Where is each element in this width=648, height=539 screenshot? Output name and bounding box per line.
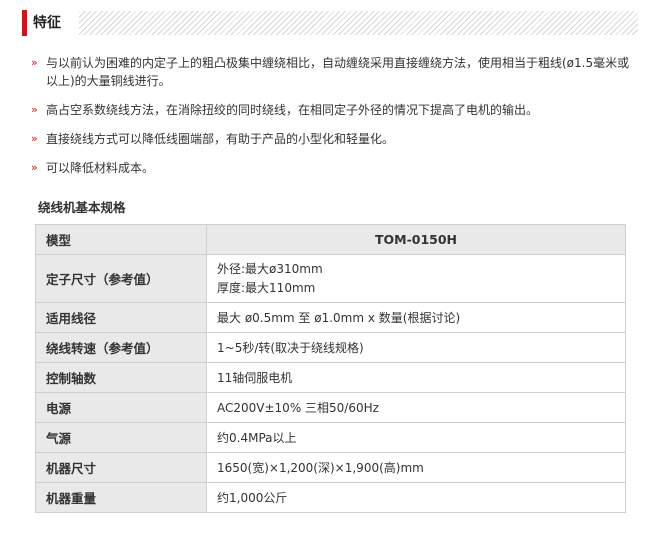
spec-value-line: 厚度:最大110mm <box>217 280 316 295</box>
spec-key-cell: 控制轴数 <box>35 362 207 393</box>
table-row: 适用线径 最大 ø0.5mm 至 ø1.0mm x 数量(根据讨论) <box>35 302 626 333</box>
table-row: 气源 约0.4MPa以上 <box>35 422 626 453</box>
feature-header: 特征 <box>22 10 638 36</box>
spec-key-cell: 机器重量 <box>35 482 207 513</box>
spec-key-cell: 绕线转速（参考值） <box>35 332 207 363</box>
spec-key-cell: 电源 <box>35 392 207 423</box>
spec-value-cell: 外径:最大ø310mm 厚度:最大110mm <box>206 254 626 303</box>
table-row: 机器重量 约1,000公斤 <box>35 482 626 513</box>
feature-list-item: » 高占空系数绕线方法，在消除扭绞的同时绕线，在相同定子外径的情况下提高了电机的… <box>30 101 630 119</box>
double-chevron-right-icon: » <box>31 132 38 145</box>
table-row: 机器尺寸 1650(宽)×1,200(深)×1,900(高)mm <box>35 452 626 483</box>
feature-text: 直接绕线方式可以降低线圈端部，有助于产品的小型化和轻量化。 <box>46 132 395 146</box>
spec-key-cell: 定子尺寸（参考值） <box>35 254 207 303</box>
spec-value-cell: AC200V±10% 三相50/60Hz <box>206 392 626 423</box>
feature-title: 特征 <box>33 15 61 31</box>
spec-value-cell: 约1,000公斤 <box>206 482 626 513</box>
feature-list: » 与以前认为困难的内定子上的粗凸极集中缠绕相比，自动缠绕采用直接缠绕方法，使用… <box>30 54 630 188</box>
spec-key-cell: 气源 <box>35 422 207 453</box>
spec-value-line: 外径:最大ø310mm <box>217 261 323 276</box>
spec-table: 模型 TOM-0150H 定子尺寸（参考值） 外径:最大ø310mm 厚度:最大… <box>35 224 626 513</box>
spec-key-cell: 机器尺寸 <box>35 452 207 483</box>
table-row: 电源 AC200V±10% 三相50/60Hz <box>35 392 626 423</box>
double-chevron-right-icon: » <box>31 56 38 69</box>
feature-text: 高占空系数绕线方法，在消除扭绞的同时绕线，在相同定子外径的情况下提高了电机的输出… <box>46 103 539 117</box>
feature-list-item: » 可以降低材料成本。 <box>30 159 630 177</box>
feature-accent-bar <box>22 10 27 36</box>
spec-key-cell: 模型 <box>35 224 207 255</box>
spec-value-cell: TOM-0150H <box>206 224 626 255</box>
spec-value-cell: 约0.4MPa以上 <box>206 422 626 453</box>
table-row: 控制轴数 11轴伺服电机 <box>35 362 626 393</box>
table-row: 绕线转速（参考值） 1~5秒/转(取决于绕线规格) <box>35 332 626 363</box>
feature-list-item: » 与以前认为困难的内定子上的粗凸极集中缠绕相比，自动缠绕采用直接缠绕方法，使用… <box>30 54 630 90</box>
spec-key-cell: 适用线径 <box>35 302 207 333</box>
spec-value-cell: 1650(宽)×1,200(深)×1,900(高)mm <box>206 452 626 483</box>
spec-value-cell: 最大 ø0.5mm 至 ø1.0mm x 数量(根据讨论) <box>206 302 626 333</box>
double-chevron-right-icon: » <box>31 103 38 116</box>
spec-value-cell: 11轴伺服电机 <box>206 362 626 393</box>
table-row: 定子尺寸（参考值） 外径:最大ø310mm 厚度:最大110mm <box>35 254 626 303</box>
double-chevron-right-icon: » <box>31 161 38 174</box>
spec-table-header-row: 模型 TOM-0150H <box>35 224 626 255</box>
feature-hatch-divider <box>79 11 638 35</box>
feature-list-item: » 直接绕线方式可以降低线圈端部，有助于产品的小型化和轻量化。 <box>30 130 630 148</box>
feature-text: 可以降低材料成本。 <box>46 161 155 175</box>
feature-text: 与以前认为困难的内定子上的粗凸极集中缠绕相比，自动缠绕采用直接缠绕方法，使用相当… <box>46 56 630 88</box>
spec-section-title: 绕线机基本规格 <box>38 200 126 215</box>
spec-value-cell: 1~5秒/转(取决于绕线规格) <box>206 332 626 363</box>
